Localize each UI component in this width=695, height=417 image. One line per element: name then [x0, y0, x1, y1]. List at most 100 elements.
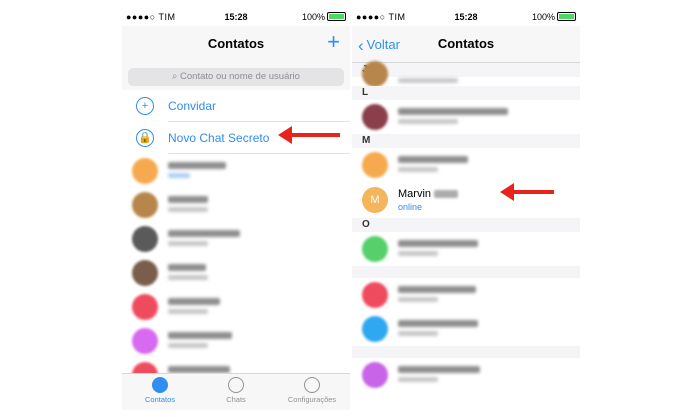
- contact-name: Marvin: [398, 188, 459, 200]
- tab-bar: Contatos Chats Configurações: [122, 373, 350, 410]
- page-title: Contatos: [207, 36, 265, 51]
- nav-bar: Contatos +: [122, 26, 350, 63]
- search-bar: ⌕ Contato ou nome de usuário: [122, 62, 350, 90]
- avatar: [132, 260, 158, 286]
- blurred-name: [168, 332, 232, 339]
- list-item[interactable]: [122, 222, 350, 256]
- tab-label: Chats: [226, 395, 246, 404]
- blurred-name: [168, 298, 220, 305]
- contact-marvin[interactable]: M Marvin online: [352, 182, 580, 218]
- annotation-arrow-left: [278, 126, 340, 144]
- contacts-screen-left: ●●●●○ TIM 15:28 100% Contatos + ⌕ Contat…: [122, 8, 350, 410]
- list-item[interactable]: [352, 61, 580, 87]
- blurred-name: [398, 366, 480, 373]
- list-item[interactable]: [122, 188, 350, 222]
- blurred-status: [168, 207, 208, 212]
- blurred-name: [398, 320, 478, 327]
- list-item[interactable]: [352, 312, 580, 346]
- invite-label: Convidar: [168, 99, 217, 113]
- tab-label: Contatos: [144, 395, 176, 404]
- blurred-status: [398, 167, 438, 172]
- avatar: [362, 152, 388, 178]
- blurred-name: [168, 264, 206, 271]
- contacts-screen-right: ●●●●○ TIM 15:28 100% ‹Voltar Contatos J …: [352, 8, 580, 410]
- avatar: [362, 316, 388, 342]
- blurred-name: [398, 156, 468, 163]
- blurred-name: [168, 162, 226, 169]
- annotation-arrow-right: [500, 183, 554, 201]
- blurred-status: [398, 251, 438, 256]
- new-secret-chat-button[interactable]: 🔒 Novo Chat Secreto: [122, 122, 350, 154]
- avatar: M: [362, 187, 388, 213]
- search-input[interactable]: ⌕ Contato ou nome de usuário: [128, 68, 344, 86]
- blurred-status: [168, 241, 208, 246]
- avatar: [132, 294, 158, 320]
- blurred-status: [398, 119, 458, 124]
- avatar: [132, 226, 158, 252]
- blurred-status: [398, 377, 438, 382]
- blurred-surname: [434, 190, 459, 198]
- contact-status: online: [398, 202, 423, 212]
- blurred-status: [168, 343, 208, 348]
- search-placeholder: Contato ou nome de usuário: [180, 71, 300, 82]
- list-item[interactable]: [352, 358, 580, 392]
- blurred-name: [398, 286, 476, 293]
- list-item[interactable]: [122, 290, 350, 324]
- list-item[interactable]: [122, 324, 350, 358]
- avatar: [362, 104, 388, 130]
- list-item[interactable]: [352, 100, 580, 134]
- blurred-name: [168, 230, 240, 237]
- avatar: [362, 282, 388, 308]
- section-header: [352, 346, 580, 358]
- status-bar: ●●●●○ TIM 15:28 100%: [352, 8, 580, 26]
- battery-percent: 100%: [301, 12, 325, 22]
- section-header: M: [352, 134, 580, 148]
- list-item[interactable]: [122, 256, 350, 290]
- page-title: Contatos: [437, 36, 495, 51]
- battery-indicator: 100%: [302, 12, 346, 22]
- avatar: [132, 158, 158, 184]
- gear-icon: [304, 377, 320, 393]
- blurred-status: [398, 297, 438, 302]
- new-secret-chat-label: Novo Chat Secreto: [168, 131, 270, 145]
- battery-percent: 100%: [531, 12, 555, 22]
- avatar: [362, 61, 388, 87]
- chat-bubbles-icon: [228, 377, 244, 393]
- avatar: [362, 362, 388, 388]
- contact-name-text: Marvin: [398, 188, 432, 200]
- blurred-name: [398, 240, 478, 247]
- list-item[interactable]: [352, 148, 580, 182]
- add-contact-button[interactable]: +: [327, 29, 340, 55]
- blurred-status: [398, 78, 458, 83]
- tab-settings[interactable]: Configurações: [274, 377, 350, 404]
- list-item[interactable]: [352, 232, 580, 266]
- list-item[interactable]: [352, 278, 580, 312]
- battery-icon: [557, 12, 576, 21]
- tab-contacts[interactable]: Contatos: [122, 377, 198, 404]
- battery-indicator: 100%: [532, 12, 576, 22]
- blurred-status: [168, 173, 190, 178]
- nav-bar: ‹ Voltar Contatos: [352, 26, 580, 63]
- blurred-status: [398, 331, 438, 336]
- section-header: O: [352, 218, 580, 232]
- status-bar: ●●●●○ TIM 15:28 100%: [122, 8, 350, 26]
- blurred-name: [168, 196, 208, 203]
- blurred-name: [398, 108, 508, 115]
- avatar: [362, 236, 388, 262]
- search-icon: ⌕: [172, 71, 181, 82]
- blurred-status: [168, 309, 208, 314]
- list-item[interactable]: [122, 154, 350, 188]
- avatar: [132, 328, 158, 354]
- battery-icon: [327, 12, 346, 21]
- avatar: [132, 192, 158, 218]
- section-header: L: [352, 86, 580, 100]
- tab-chats[interactable]: Chats: [198, 377, 274, 404]
- blurred-name: [168, 366, 230, 373]
- add-user-icon: +: [136, 97, 154, 115]
- tab-label: Configurações: [287, 395, 337, 404]
- blurred-status: [168, 275, 208, 280]
- section-header: [352, 266, 580, 278]
- invite-button[interactable]: + Convidar: [122, 90, 350, 122]
- person-icon: [152, 377, 168, 393]
- lock-icon: 🔒: [136, 129, 154, 147]
